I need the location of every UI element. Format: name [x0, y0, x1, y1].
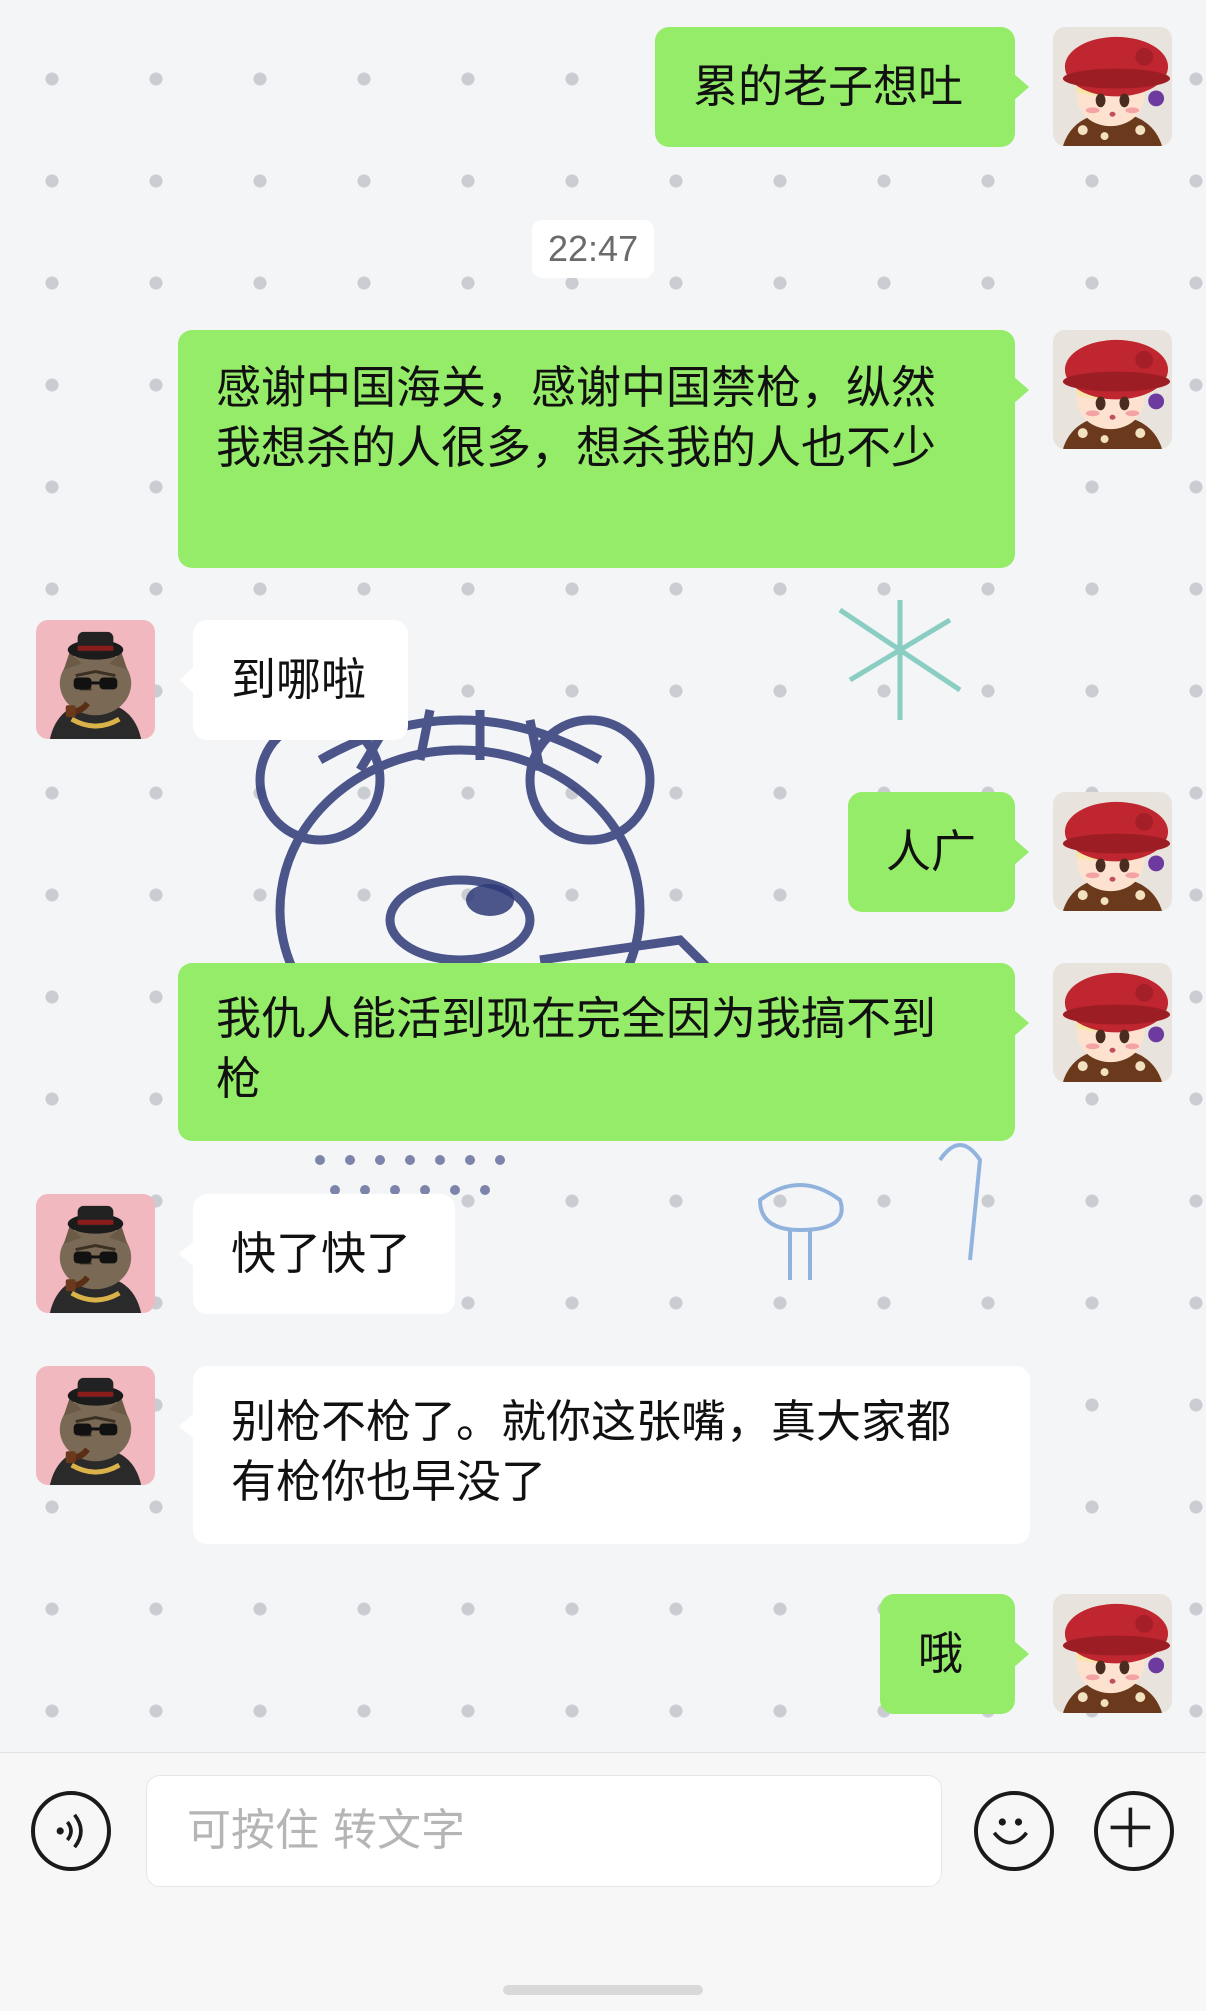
contact-avatar[interactable] — [36, 620, 155, 739]
emoji-icon — [992, 1818, 1028, 1845]
my-message-bubble[interactable]: 我仇人能活到现在完全因为我搞不到枪 — [178, 963, 1029, 1141]
anime-girl-avatar-icon — [1053, 963, 1172, 1082]
emoji-button[interactable] — [974, 1791, 1054, 1871]
anime-girl-avatar-icon — [1053, 27, 1172, 146]
plus-icon — [1110, 1807, 1151, 1848]
contact-message-bubble[interactable]: 到哪啦 — [179, 620, 408, 740]
cat-sunglasses-avatar-icon — [36, 1194, 155, 1313]
cat-sunglasses-avatar-icon — [36, 620, 155, 739]
my-message-bubble[interactable]: 人广 — [848, 792, 1029, 912]
my-message-bubble[interactable]: 哦 — [880, 1594, 1029, 1714]
my-avatar[interactable] — [1053, 792, 1172, 911]
chat-input-bar: 可按住 转文字 — [0, 1752, 1206, 2011]
my-avatar[interactable] — [1053, 963, 1172, 1082]
anime-girl-avatar-icon — [1053, 792, 1172, 911]
contact-message-bubble[interactable]: 别枪不枪了。就你这张嘴，真大家都有枪你也早没了 — [179, 1366, 1030, 1544]
message-input[interactable]: 可按住 转文字 — [146, 1775, 942, 1887]
message-timestamp: 22:47 — [532, 220, 655, 278]
contact-avatar[interactable] — [36, 1366, 155, 1485]
my-avatar[interactable] — [1053, 27, 1172, 146]
cat-sunglasses-avatar-icon — [36, 1366, 155, 1485]
home-indicator[interactable] — [503, 1985, 703, 1995]
contact-message-bubble[interactable]: 快了快了 — [179, 1194, 455, 1314]
my-avatar[interactable] — [1053, 1594, 1172, 1713]
voice-icon — [56, 1813, 83, 1849]
voice-input-button[interactable] — [31, 1791, 111, 1871]
anime-girl-avatar-icon — [1053, 1594, 1172, 1713]
contact-avatar[interactable] — [36, 1194, 155, 1313]
plus-button[interactable] — [1094, 1791, 1174, 1871]
my-message-bubble[interactable]: 感谢中国海关，感谢中国禁枪，纵然我想杀的人很多，想杀我的人也不少 — [178, 330, 1029, 568]
my-avatar[interactable] — [1053, 330, 1172, 449]
anime-girl-avatar-icon — [1053, 330, 1172, 449]
my-message-bubble[interactable]: 累的老子想吐 — [655, 27, 1029, 147]
